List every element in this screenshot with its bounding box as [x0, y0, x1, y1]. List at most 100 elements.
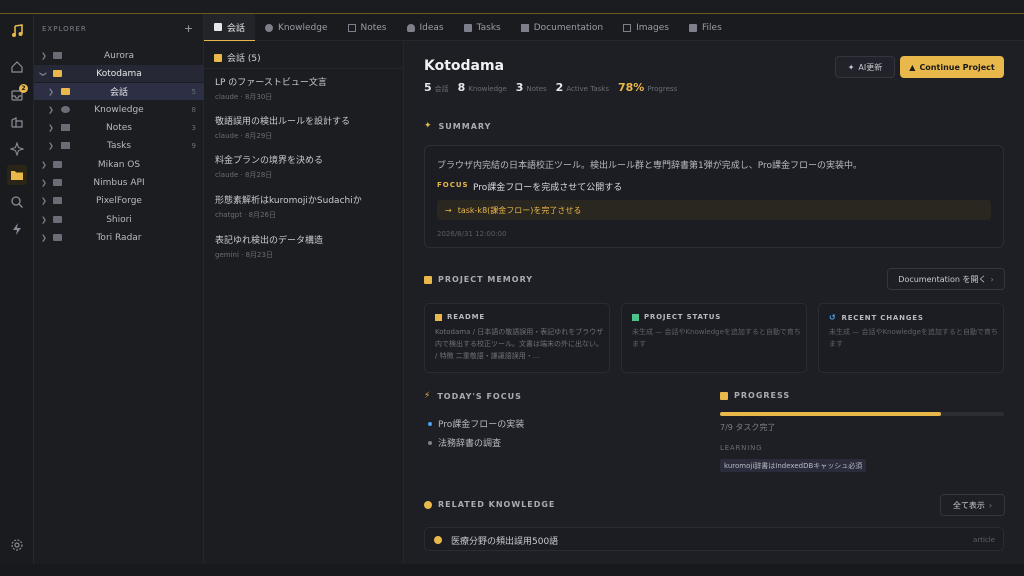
- learning-label: LEARNING: [720, 444, 763, 452]
- stat-knowledge: 8 Knowledge: [458, 81, 507, 94]
- progress-bar: [720, 412, 1004, 416]
- section-title: PROJECT MEMORY: [438, 275, 534, 284]
- status-icon: [632, 313, 639, 321]
- tree-item-mikan-os[interactable]: ❯ Mikan OS: [34, 156, 204, 173]
- tree-item-tasks[interactable]: ❯ Tasks 9: [34, 137, 204, 154]
- lightning-icon: ⚡: [424, 391, 432, 401]
- focus-item[interactable]: Pro課金フローの実装: [428, 417, 524, 430]
- card-body: 未生成 — 会話やKnowledgeを追加すると自動で育ちます: [829, 328, 998, 348]
- chevron-right-icon: ›: [988, 500, 993, 510]
- tab-images[interactable]: Images: [613, 14, 679, 41]
- divider: [204, 68, 404, 69]
- tree-item-knowledge[interactable]: ❯ Knowledge 8: [34, 101, 204, 118]
- brain-icon: [265, 23, 274, 32]
- progress-heading: PROGRESS: [720, 391, 790, 400]
- next-action[interactable]: → task-k8(課金フロー)を完了させる: [437, 200, 991, 220]
- tree-item-label: PixelForge: [96, 195, 142, 206]
- tree-item-kotodama[interactable]: ❯ Kotodama: [34, 65, 204, 82]
- conversation-item[interactable]: 料金プランの境界を決める claude · 8月28日: [215, 153, 395, 180]
- card-title-text: README: [447, 313, 485, 321]
- open-documentation-button[interactable]: Documentation を開く ›: [887, 268, 1005, 290]
- knowledge-type: article: [973, 536, 995, 544]
- conversation-item[interactable]: 敬語誤用の検出ルールを設計する claude · 8月29日: [215, 114, 395, 141]
- stat-label: 会話: [434, 85, 449, 93]
- card-body: 未生成 — 会話やKnowledgeを追加すると自動で育ちます: [632, 328, 801, 348]
- tab-conversations[interactable]: 会話: [204, 14, 256, 41]
- gear-icon[interactable]: [9, 537, 25, 553]
- building-icon[interactable]: [9, 114, 25, 130]
- todays-focus-heading: ⚡ TODAY'S FOCUS: [424, 391, 522, 401]
- ai-update-button[interactable]: ✦ AI更新: [835, 56, 895, 78]
- chevron-right-icon: ❯: [48, 105, 54, 114]
- bullet-icon: [428, 440, 432, 445]
- readme-card[interactable]: README Kotodama / 日本語の敬語誤用・表記ゆれをブラウザ内で検出…: [424, 303, 610, 373]
- button-label: 全て表示: [952, 500, 985, 510]
- tab-ideas[interactable]: Ideas: [397, 14, 454, 41]
- tab-label: Knowledge: [278, 22, 328, 33]
- continue-project-button[interactable]: ▲ Continue Project: [900, 56, 1004, 78]
- inbox-icon[interactable]: 2: [9, 84, 28, 103]
- tree-item-pixelforge[interactable]: ❯ PixelForge: [34, 192, 204, 209]
- tree-item-label: Knowledge: [94, 104, 144, 115]
- tab-label: Ideas: [419, 22, 444, 33]
- add-project-button[interactable]: +: [184, 22, 193, 35]
- conversation-item[interactable]: LP のファーストビュー文言 claude · 8月30日: [215, 75, 395, 102]
- tree-item-notes[interactable]: ❯ Notes 3: [34, 119, 204, 136]
- progress-fill: [720, 412, 941, 416]
- search-icon[interactable]: [9, 194, 25, 210]
- stat-label: Active Tasks: [566, 85, 609, 93]
- chevron-right-icon: ❯: [41, 215, 47, 224]
- tab-documentation[interactable]: Documentation: [511, 14, 613, 41]
- lightning-icon[interactable]: [9, 221, 25, 237]
- stat-label: Progress: [647, 85, 678, 93]
- conversation-title: LP のファーストビュー文言: [215, 78, 327, 88]
- rocket-icon: ▲: [909, 62, 916, 72]
- conversation-list-header: 会話 (5): [214, 51, 261, 64]
- focus-item[interactable]: 法務辞書の調査: [428, 436, 501, 449]
- conversation-count: 会話 (5): [227, 54, 261, 64]
- sparkle-icon[interactable]: [9, 141, 25, 157]
- conversation-title: 表記ゆれ検出のデータ構造: [215, 236, 324, 246]
- checkbox-icon: [720, 391, 728, 400]
- tab-knowledge[interactable]: Knowledge: [255, 14, 337, 41]
- tab-label: Documentation: [533, 22, 604, 33]
- folder-icon[interactable]: [7, 165, 27, 185]
- music-note-icon[interactable]: [9, 23, 25, 39]
- recent-changes-card[interactable]: ↺ RECENT CHANGES 未生成 — 会話やKnowledgeを追加すると…: [818, 303, 1004, 373]
- card-title: PROJECT STATUS: [632, 313, 721, 321]
- tree-item-nimbus-api[interactable]: ❯ Nimbus API: [34, 174, 204, 191]
- folder-icon: [689, 23, 698, 32]
- tree-item-conversations[interactable]: ❯ 会話 5: [34, 83, 204, 100]
- show-all-button[interactable]: 全て表示 ›: [940, 494, 1005, 516]
- related-knowledge-heading: RELATED KNOWLEDGE: [424, 500, 555, 509]
- tab-tasks[interactable]: Tasks: [454, 14, 511, 41]
- tree-item-count: 3: [191, 123, 196, 132]
- tree-item-tori-radar[interactable]: ❯ Tori Radar: [34, 229, 204, 246]
- tree-item-label: Tori Radar: [96, 232, 142, 243]
- tab-label: Images: [636, 22, 670, 33]
- tree-item-count: 5: [191, 87, 196, 96]
- stat-value: 78%: [617, 81, 645, 94]
- card-title: ↺ RECENT CHANGES: [829, 313, 924, 322]
- project-stats: 5 会話 8 Knowledge 3 Notes 2 Active Tasks 78% P…: [424, 81, 677, 94]
- focus-label: FOCUS: [437, 181, 469, 189]
- conversation-item[interactable]: 表記ゆれ検出のデータ構造 gemini · 8月23日: [215, 233, 395, 260]
- chat-icon: [214, 23, 222, 31]
- stat-progress: 78% Progress: [618, 81, 677, 94]
- conversation-meta: chatgpt · 8月26日: [215, 211, 276, 219]
- project-status-card[interactable]: PROJECT STATUS 未生成 — 会話やKnowledgeを追加すると自…: [621, 303, 807, 373]
- knowledge-item[interactable]: 医療分野の頻出誤用500語 article: [424, 527, 1004, 551]
- learning-chip[interactable]: kuromoji辞書はIndexedDBキャッシュ必須: [720, 459, 867, 472]
- tab-files[interactable]: Files: [679, 14, 732, 41]
- tree-item-shiori[interactable]: ❯ Shiori: [34, 211, 204, 228]
- home-icon[interactable]: [9, 59, 25, 75]
- tab-label: Notes: [360, 22, 387, 33]
- button-label: Documentation を開く: [898, 274, 987, 284]
- tab-notes[interactable]: Notes: [338, 14, 397, 41]
- focus-item-text: 法務辞書の調査: [438, 439, 502, 449]
- conversation-item[interactable]: 形態素解析はkuromojiかSudachiか chatgpt · 8月26日: [215, 193, 395, 220]
- chevron-right-icon: ›: [990, 274, 994, 284]
- tree-item-aurora[interactable]: ❯ Aurora: [34, 47, 204, 64]
- stat-active-tasks: 2 Active Tasks: [556, 81, 609, 94]
- card-title: README: [435, 313, 485, 321]
